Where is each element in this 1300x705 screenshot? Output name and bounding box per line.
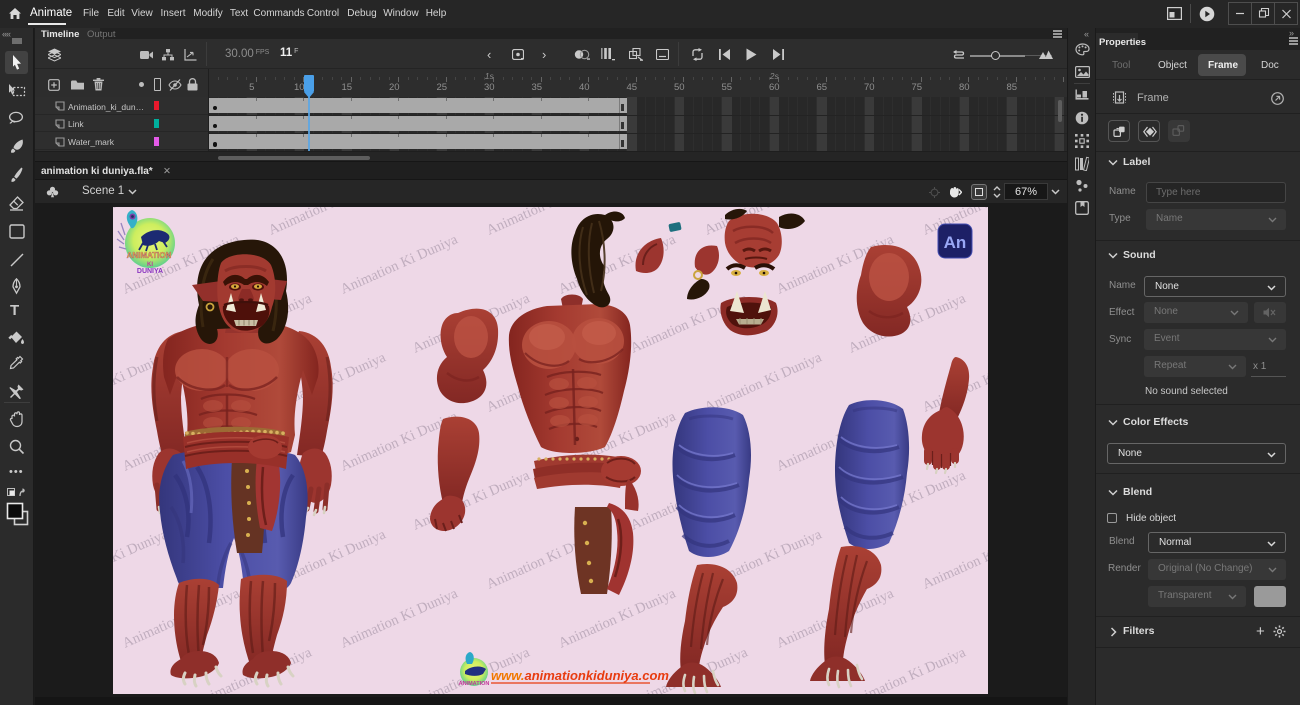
svg-text:Animation Ki Duniya: Animation Ki Duniya [920,526,988,592]
svg-text:www.animationkiduniya.com: www.animationkiduniya.com [491,668,669,683]
svg-text:Animation Ki Duniya: Animation Ki Duniya [846,644,969,694]
svg-text:Animation Ki Duniya: Animation Ki Duniya [338,585,461,651]
svg-text:Animation Ki Duniya: Animation Ki Duniya [266,207,389,239]
svg-text:Animation Ki Duniya: Animation Ki Duniya [338,231,461,297]
svg-text:Animation Ki Duniya: Animation Ki Duniya [556,585,679,651]
svg-text:ANIMATION: ANIMATION [459,681,490,687]
svg-text:DUNIYA: DUNIYA [137,268,163,275]
svg-text:An: An [944,233,967,252]
svg-text:Animation Ki Duniya: Animation Ki Duniya [113,526,171,592]
svg-text:Animation Ki Duniya: Animation Ki Duniya [702,349,825,415]
svg-text:Animation Ki Duniya: Animation Ki Duniya [410,467,533,533]
svg-text:ANIMATION: ANIMATION [127,251,172,260]
